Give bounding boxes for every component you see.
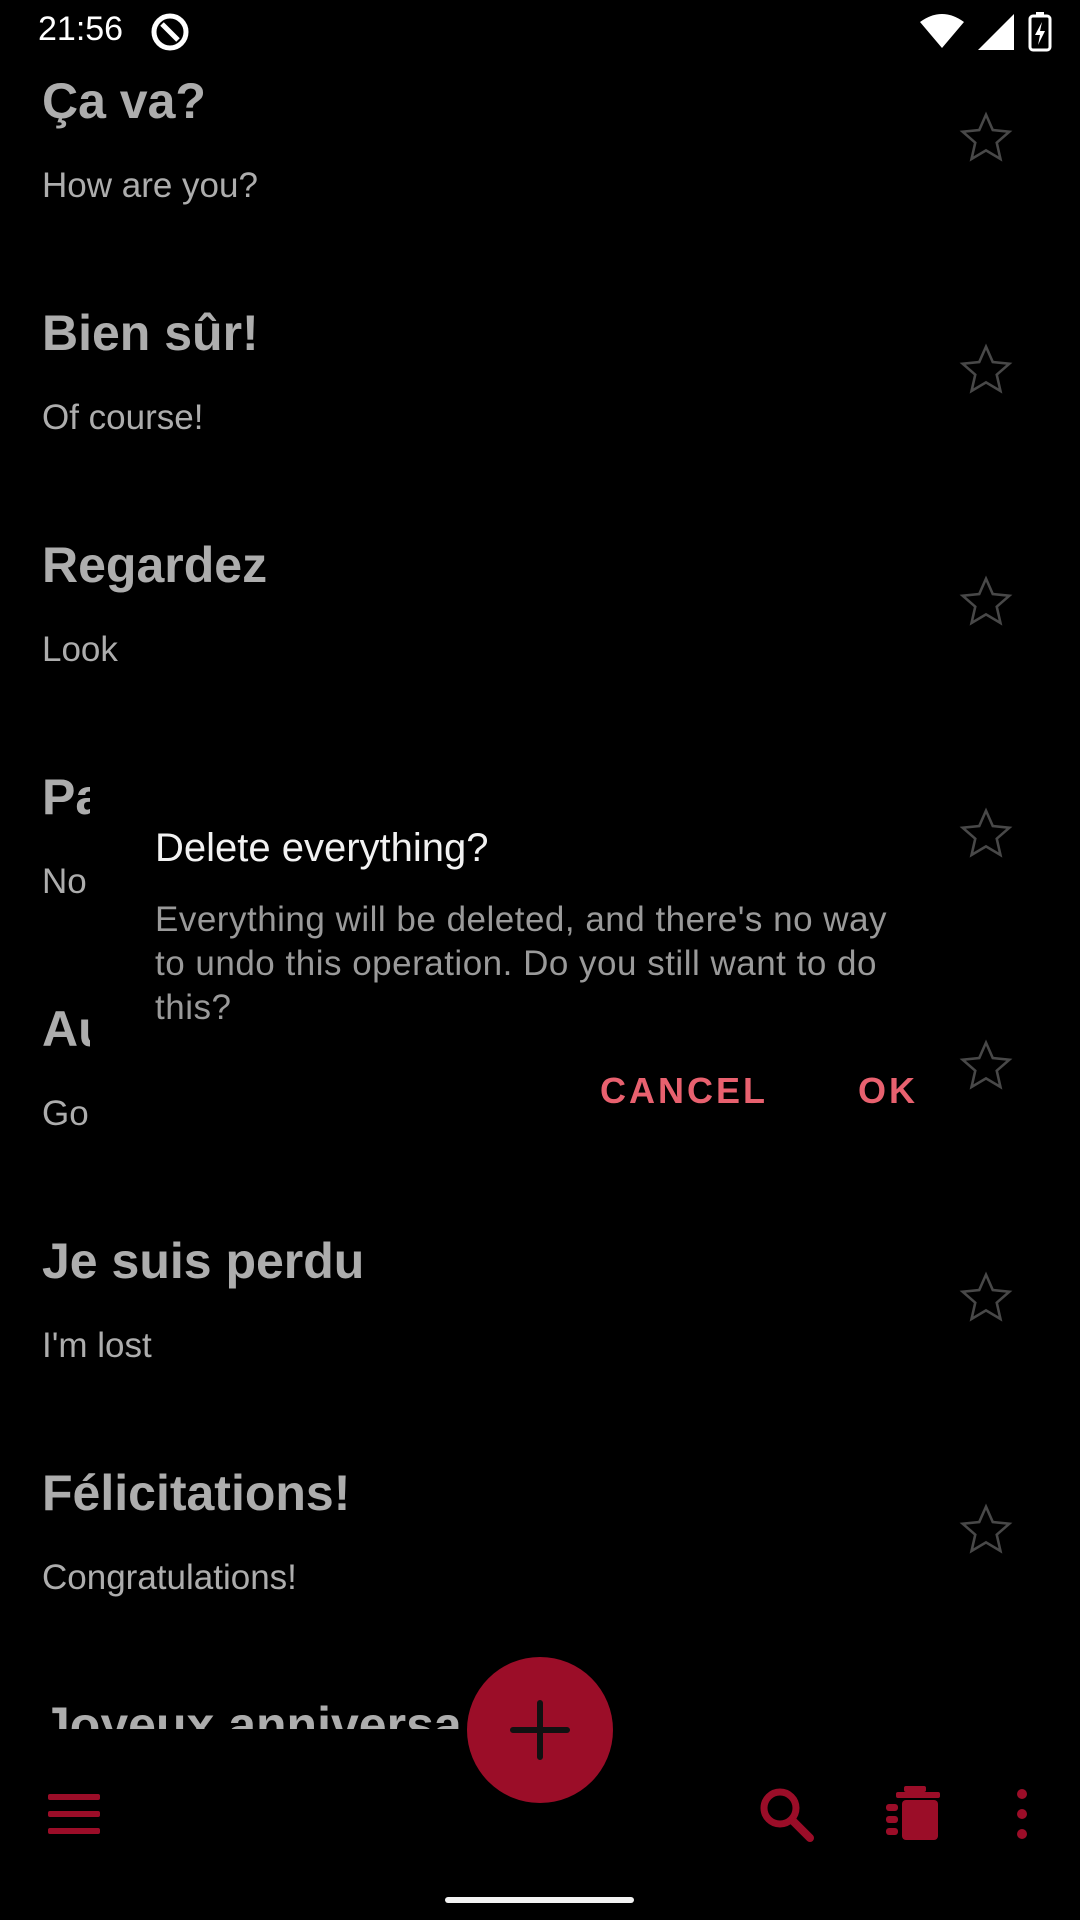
delete-all-icon[interactable]	[882, 1780, 946, 1844]
status-time: 21:56	[38, 10, 124, 48]
search-icon[interactable]	[754, 1782, 818, 1846]
wifi-icon	[920, 14, 964, 48]
battery-charging-icon	[1028, 12, 1052, 52]
delete-confirm-dialog: Delete everything? Everything will be de…	[90, 770, 945, 1155]
signal-icon	[978, 14, 1014, 50]
more-vert-icon[interactable]	[1000, 1782, 1064, 1846]
status-icons	[920, 10, 1052, 54]
add-phrase-button[interactable]	[467, 1657, 613, 1803]
dialog-message: Everything will be deleted, and there's …	[155, 900, 888, 1027]
home-indicator[interactable]	[445, 1897, 634, 1903]
plus-icon	[510, 1700, 570, 1760]
cancel-button[interactable]: CANCEL	[600, 1070, 768, 1112]
app-notification-icon	[151, 13, 189, 51]
status-bar: 21:56	[0, 0, 1080, 64]
ok-button[interactable]: OK	[858, 1070, 918, 1112]
menu-icon[interactable]	[42, 1782, 106, 1846]
dialog-title: Delete everything?	[155, 826, 489, 870]
